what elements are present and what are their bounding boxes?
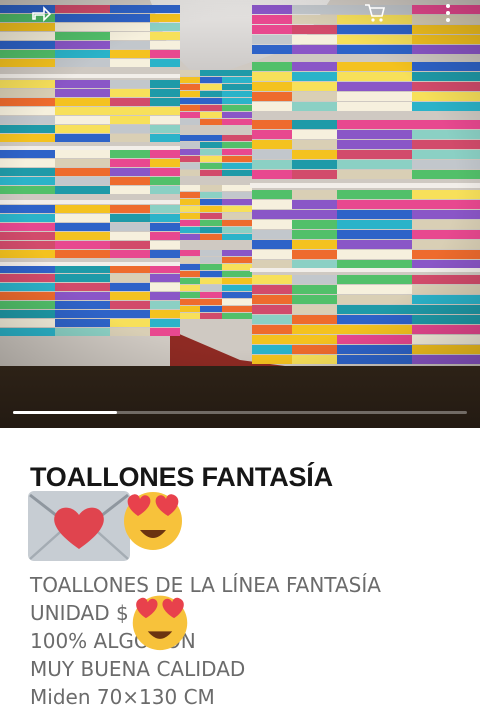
story-viewer[interactable] (0, 0, 480, 428)
description-line: UNIDAD $ (30, 601, 129, 625)
more-vertical-icon[interactable] (438, 2, 458, 24)
share-icon[interactable] (28, 2, 54, 24)
product-details: TOALLONES FANTASÍA TOALLONES DE LA LÍNEA… (0, 428, 480, 726)
cart-icon[interactable] (362, 2, 388, 24)
heart-eyes-icon (124, 492, 182, 550)
love-letter-icon (28, 491, 130, 561)
description-line: TOALLONES DE LA LÍNEA FANTASÍA (30, 573, 381, 597)
product-photo (0, 0, 480, 368)
description-line: Miden 70×130 CM (30, 685, 215, 709)
description-line: MUY BUENA CALIDAD (30, 657, 246, 681)
story-progress-bar[interactable] (13, 411, 467, 414)
story-progress-fill (13, 411, 117, 414)
media-bottom-band (0, 366, 480, 428)
heart-eyes-icon (132, 595, 188, 651)
